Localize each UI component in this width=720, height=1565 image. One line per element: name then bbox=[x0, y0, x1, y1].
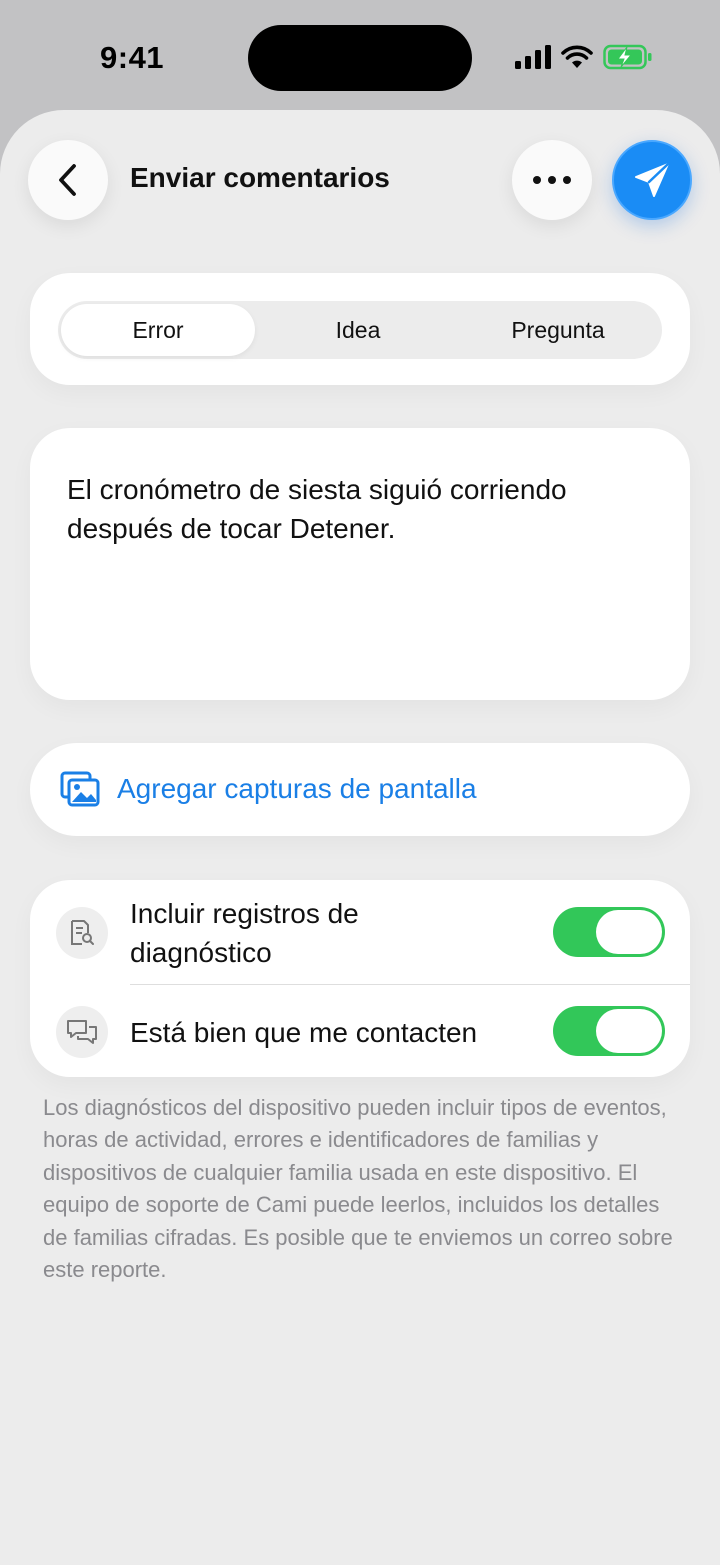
segment-idea[interactable]: Idea bbox=[261, 304, 455, 356]
status-time: 9:41 bbox=[100, 40, 165, 75]
ellipsis-icon bbox=[533, 176, 571, 184]
paper-plane-icon bbox=[635, 162, 670, 197]
contact-toggle-label: Está bien que me contacten bbox=[130, 1017, 478, 1048]
comment-text: El cronómetro de siesta siguió corriendo… bbox=[67, 474, 567, 544]
chevron-left-icon bbox=[59, 164, 76, 196]
segment-pregunta[interactable]: Pregunta bbox=[461, 304, 655, 356]
comment-textarea[interactable]: El cronómetro de siesta siguió corriendo… bbox=[30, 428, 690, 700]
status-bar: 9:41 bbox=[0, 0, 720, 110]
page-title: Enviar comentarios bbox=[130, 162, 390, 193]
document-search-icon bbox=[56, 907, 108, 959]
wifi-icon bbox=[561, 45, 593, 68]
add-screenshots-label: Agregar capturas de pantalla bbox=[117, 773, 477, 804]
photos-icon bbox=[60, 771, 100, 807]
more-options-button[interactable] bbox=[512, 140, 592, 220]
diagnostics-toggle[interactable] bbox=[553, 907, 665, 957]
diagnostics-footnote: Los diagnósticos del dispositivo pueden … bbox=[43, 1095, 673, 1283]
cellular-signal-icon bbox=[515, 45, 551, 69]
diagnostics-toggle-label: Incluir registros de diagnóstico bbox=[130, 898, 359, 968]
segment-error[interactable]: Error bbox=[61, 304, 255, 356]
chat-bubbles-icon bbox=[56, 1006, 108, 1058]
add-screenshots-button[interactable]: Agregar capturas de pantalla bbox=[30, 743, 690, 836]
settings-toggles-card: Incluir registros de diagnóstico Está bi… bbox=[30, 880, 690, 1077]
feedback-type-card: Error Idea Pregunta bbox=[30, 273, 690, 385]
toggle-knob bbox=[596, 1009, 662, 1053]
feedback-type-segmented-control: Error Idea Pregunta bbox=[58, 301, 662, 359]
send-button[interactable] bbox=[612, 140, 692, 220]
back-button[interactable] bbox=[28, 140, 108, 220]
dynamic-island bbox=[248, 25, 472, 91]
status-icons bbox=[515, 42, 653, 72]
contact-toggle[interactable] bbox=[553, 1006, 665, 1056]
row-divider bbox=[130, 984, 690, 985]
battery-charging-icon bbox=[603, 44, 652, 70]
toggle-knob bbox=[596, 910, 662, 954]
